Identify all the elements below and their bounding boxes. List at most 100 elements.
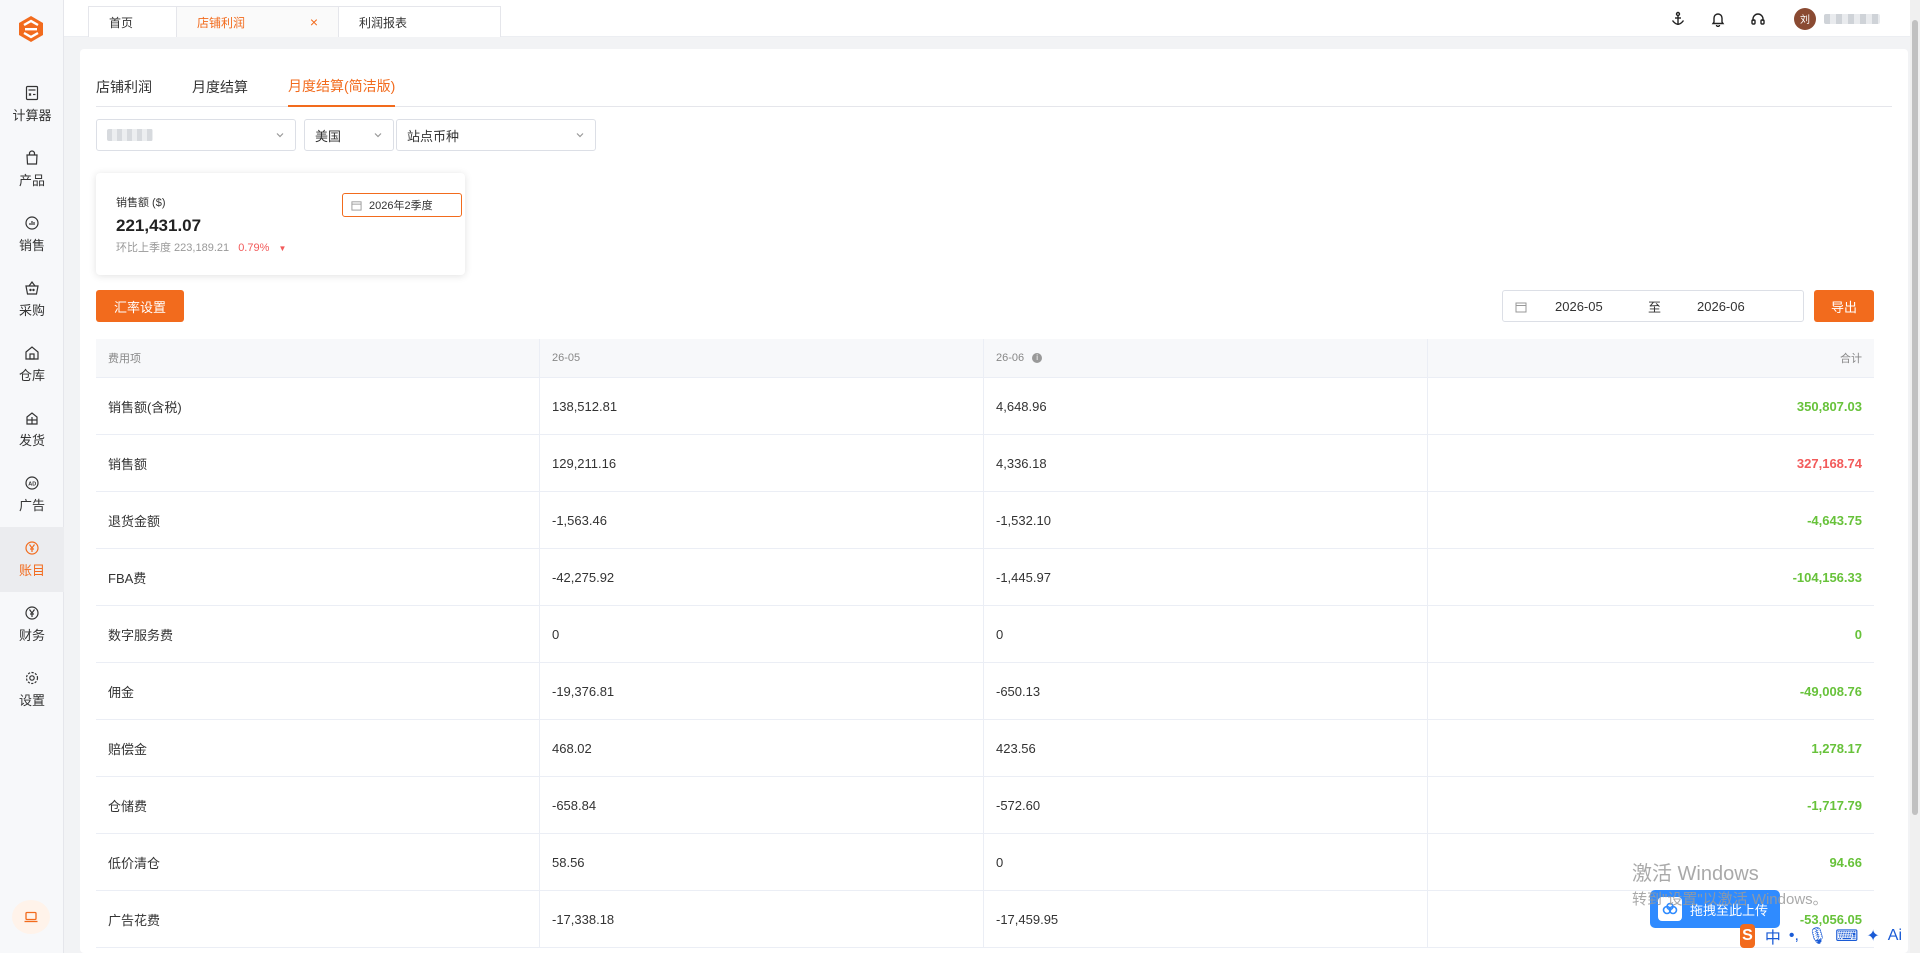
- app-logo-icon[interactable]: [16, 14, 46, 44]
- kpi-label: 销售额 ($): [116, 197, 166, 209]
- svg-text:AD: AD: [28, 481, 36, 487]
- table-row: 广告花费 -17,338.18 -17,459.95 -53,056.05: [96, 891, 1874, 948]
- table-row: 佣金 -19,376.81 -650.13 -49,008.76: [96, 663, 1874, 720]
- row-value: -19,376.81: [540, 663, 984, 719]
- row-total: -104,156.33: [1792, 569, 1862, 585]
- subtab-store-profit[interactable]: 店铺利润: [96, 75, 152, 107]
- exchange-rate-settings-button[interactable]: 汇率设置: [96, 290, 184, 322]
- sidebar-item-accounts[interactable]: 账目: [0, 527, 64, 592]
- skin-icon[interactable]: ✦: [1866, 926, 1879, 946]
- microphone-icon[interactable]: 🎙: [1807, 926, 1827, 946]
- row-label: 销售额(含税): [96, 378, 540, 434]
- close-icon[interactable]: ×: [310, 14, 318, 30]
- currency-select[interactable]: 站点币种: [396, 119, 596, 151]
- sidebar: 计算器 产品 销售 采购 仓库 发货 AD 广告 账目 财务 设置: [0, 0, 64, 953]
- table-body: 销售额(含税) 138,512.81 4,648.96 350,807.03 销售额 12…: [96, 378, 1874, 948]
- table-row: FBA费 -42,275.92 -1,445.97 -104,156.33: [96, 549, 1874, 606]
- range-end[interactable]: 2026-06: [1697, 299, 1745, 314]
- row-value: -17,459.95: [984, 891, 1428, 947]
- bag-icon: [26, 150, 38, 165]
- row-value: -1,445.97: [984, 549, 1428, 605]
- month-range-picker[interactable]: 2026-05 至 2026-06: [1502, 290, 1804, 322]
- chevron-down-icon: [374, 133, 382, 138]
- kpi-change-pct: 0.79%: [238, 242, 270, 254]
- truck-icon: [26, 412, 38, 425]
- row-value: 0: [984, 606, 1428, 662]
- yen-icon: [25, 541, 39, 555]
- row-value: -658.84: [540, 777, 984, 833]
- row-label: 仓储费: [96, 777, 540, 833]
- chevron-down-icon: [576, 133, 584, 138]
- sidebar-item-ads[interactable]: AD 广告: [0, 462, 64, 527]
- ime-lang[interactable]: 中: [1765, 924, 1781, 948]
- sidebar-item-shipping[interactable]: 发货: [0, 397, 64, 462]
- yen-circle-icon: [25, 606, 39, 620]
- sidebar-item-label: 设置: [18, 693, 45, 708]
- chevron-down-icon: [276, 133, 284, 138]
- table-row: 销售额 129,211.16 4,336.18 327,168.74: [96, 435, 1874, 492]
- range-start[interactable]: 2026-05: [1555, 299, 1603, 314]
- sidebar-item-calculator[interactable]: 计算器: [0, 72, 64, 137]
- row-label: FBA费: [96, 549, 540, 605]
- row-label: 退货金额: [96, 492, 540, 548]
- keyboard-icon[interactable]: ⌨: [1835, 926, 1858, 946]
- anchor-icon[interactable]: [1670, 11, 1686, 27]
- table-row: 销售额(含税) 138,512.81 4,648.96 350,807.03: [96, 378, 1874, 435]
- sidebar-item-finance[interactable]: 财务: [0, 592, 64, 657]
- house-icon: [25, 346, 39, 360]
- export-button[interactable]: 导出: [1814, 290, 1874, 322]
- header-cell: 费用项: [96, 339, 540, 377]
- top-bar: 首页 店铺利润 × 利润报表 刘: [64, 0, 1920, 37]
- store-select[interactable]: [96, 119, 296, 151]
- scrollbar-thumb[interactable]: [1912, 20, 1918, 815]
- ime-ai-label[interactable]: Ai: [1888, 927, 1902, 945]
- calculator-icon: [25, 85, 39, 101]
- sidebar-item-sales[interactable]: 销售: [0, 202, 64, 267]
- sales-kpi-card: 销售额 ($) 221,431.07 环比上季度 223,189.21 0.79…: [96, 173, 465, 275]
- tab-label: 店铺利润: [197, 15, 246, 30]
- row-value: 0: [540, 606, 984, 662]
- row-label: 佣金: [96, 663, 540, 719]
- tab-home[interactable]: 首页: [88, 6, 177, 37]
- row-total: 0: [1854, 626, 1862, 642]
- sidebar-item-purchase[interactable]: 采购: [0, 267, 64, 332]
- main-panel: 店铺利润 月度结算 月度结算(简洁版) 美国 站点币种 销售额 ($) 221,…: [80, 49, 1908, 953]
- row-value: -17,338.18: [540, 891, 984, 947]
- bell-icon[interactable]: [1710, 11, 1726, 27]
- country-select[interactable]: 美国: [304, 119, 394, 151]
- tab-store-profit[interactable]: 店铺利润 ×: [176, 6, 339, 37]
- row-value: 129,211.16: [540, 435, 984, 491]
- filter-bar: 美国 站点币种: [96, 119, 604, 151]
- row-total: 327,168.74: [1796, 455, 1862, 471]
- sidebar-collapse-button[interactable]: [12, 900, 50, 934]
- table-row: 数字服务费 0 0 0: [96, 606, 1874, 663]
- row-label: 销售额: [96, 435, 540, 491]
- row-value: 138,512.81: [540, 378, 984, 434]
- watermark-line-1: 激活 Windows: [1632, 863, 1759, 885]
- user-menu[interactable]: 刘: [1794, 7, 1880, 30]
- tab-label: 首页: [109, 15, 134, 30]
- user-name-blurred: [1824, 13, 1880, 24]
- tab-profit-report[interactable]: 利润报表: [338, 6, 501, 37]
- subtab-monthly-settlement[interactable]: 月度结算: [192, 75, 248, 107]
- sidebar-item-settings[interactable]: 设置: [0, 657, 64, 722]
- row-value: 0: [984, 834, 1428, 890]
- row-label: 广告花费: [96, 891, 540, 947]
- headset-icon[interactable]: [1750, 11, 1766, 27]
- page-scrollbar[interactable]: [1910, 0, 1920, 953]
- quarter-value: 2026年2季度: [369, 200, 433, 212]
- country-value: 美国: [315, 128, 342, 144]
- ime-toolbar[interactable]: S 中 •, 🎙 ⌨ ✦ Ai: [1740, 921, 1910, 951]
- info-icon[interactable]: i: [1032, 353, 1043, 363]
- kpi-compare-text: 环比上季度 223,189.21: [116, 242, 230, 254]
- sidebar-item-product[interactable]: 产品: [0, 137, 64, 202]
- quarter-picker[interactable]: 2026年2季度: [342, 193, 462, 217]
- ime-logo-icon: S: [1740, 924, 1755, 948]
- sidebar-item-warehouse[interactable]: 仓库: [0, 332, 64, 397]
- row-value: 468.02: [540, 720, 984, 776]
- range-separator: 至: [1648, 299, 1662, 315]
- subtab-monthly-settlement-simple[interactable]: 月度结算(简洁版): [288, 75, 396, 107]
- ime-punct-icon[interactable]: •,: [1789, 927, 1799, 945]
- kpi-value: 221,431.07: [116, 216, 202, 235]
- sidebar-item-label: 广告: [18, 498, 45, 513]
